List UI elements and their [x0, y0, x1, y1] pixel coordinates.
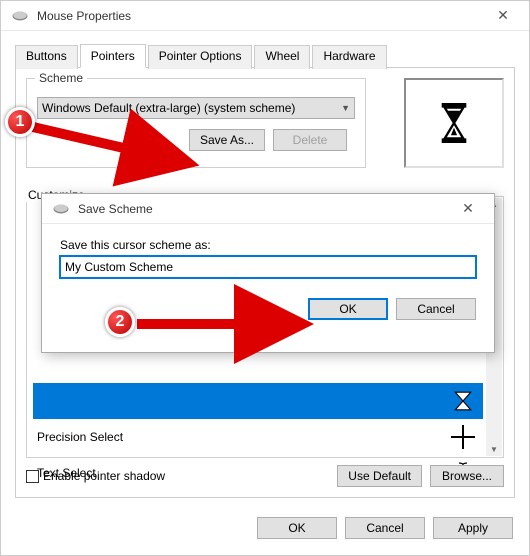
enable-shadow-checkbox[interactable]: Enable pointer shadow: [26, 469, 165, 483]
hourglass-icon: [438, 103, 470, 143]
cancel-button[interactable]: Cancel: [345, 517, 425, 539]
arrow-1: [25, 119, 195, 169]
arrow-2: [129, 314, 309, 334]
window-title: Mouse Properties: [37, 9, 483, 23]
use-default-button[interactable]: Use Default: [337, 465, 422, 487]
ok-button[interactable]: OK: [257, 517, 337, 539]
modal-ok-button[interactable]: OK: [308, 298, 388, 320]
scroll-down-icon[interactable]: ▼: [490, 445, 498, 454]
busy-icon: [447, 385, 479, 417]
dialog-buttons: OK Cancel Apply: [257, 517, 513, 539]
mouse-icon: [52, 202, 70, 216]
tab-wheel[interactable]: Wheel: [254, 45, 310, 69]
enable-shadow-label: Enable pointer shadow: [43, 469, 165, 483]
close-icon[interactable]: ✕: [483, 7, 523, 24]
modal-cancel-button[interactable]: Cancel: [396, 298, 476, 320]
tab-buttons[interactable]: Buttons: [15, 45, 78, 69]
save-as-button[interactable]: Save As...: [189, 129, 265, 151]
scheme-group-label: Scheme: [35, 71, 87, 85]
precision-icon: [447, 421, 479, 453]
scheme-selected: Windows Default (extra-large) (system sc…: [42, 101, 295, 115]
checkbox-box: [26, 470, 39, 483]
tab-hardware[interactable]: Hardware: [312, 45, 386, 69]
list-item-label: Precision Select: [37, 430, 123, 444]
close-icon[interactable]: ✕: [448, 200, 488, 217]
modal-title: Save Scheme: [78, 202, 448, 216]
modal-prompt: Save this cursor scheme as:: [60, 238, 476, 252]
preview-box: [404, 78, 504, 168]
list-item[interactable]: Precision Select: [33, 419, 483, 455]
tab-pointer-options[interactable]: Pointer Options: [148, 45, 253, 69]
callout-1: 1: [5, 107, 35, 137]
tab-strip: Buttons Pointers Pointer Options Wheel H…: [15, 43, 515, 68]
apply-button[interactable]: Apply: [433, 517, 513, 539]
tab-pointers[interactable]: Pointers: [80, 44, 146, 68]
titlebar: Mouse Properties ✕: [1, 1, 529, 31]
scheme-dropdown[interactable]: Windows Default (extra-large) (system sc…: [37, 97, 355, 119]
chevron-down-icon: ▼: [341, 103, 350, 113]
browse-button[interactable]: Browse...: [430, 465, 504, 487]
scheme-name-input[interactable]: [60, 256, 476, 278]
delete-button: Delete: [273, 129, 347, 151]
callout-2: 2: [105, 307, 135, 337]
modal-titlebar: Save Scheme ✕: [42, 194, 494, 224]
list-item[interactable]: [33, 383, 483, 419]
mouse-properties-window: Mouse Properties ✕ Buttons Pointers Poin…: [0, 0, 530, 556]
mouse-icon: [11, 9, 29, 23]
